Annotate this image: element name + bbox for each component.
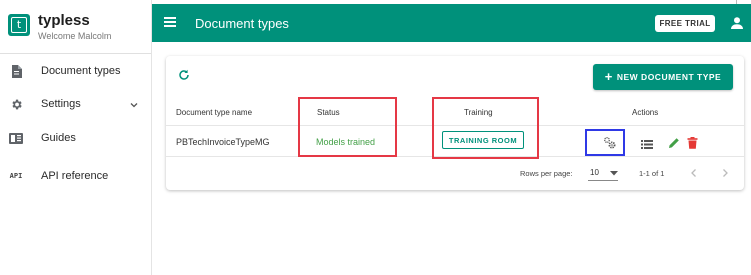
chevron-right-icon[interactable] bbox=[719, 166, 731, 178]
sidebar-item-label: Settings bbox=[41, 98, 81, 110]
highlight-settings bbox=[585, 129, 625, 156]
caret-down-icon bbox=[610, 171, 618, 176]
sidebar-item-document-types[interactable]: Document types bbox=[0, 57, 151, 85]
new-document-type-label: NEW DOCUMENT TYPE bbox=[616, 72, 722, 82]
column-header-actions: Actions bbox=[632, 108, 659, 117]
gear-icon bbox=[9, 97, 23, 111]
new-document-type-button[interactable]: + NEW DOCUMENT TYPE bbox=[593, 64, 733, 90]
brand-header: t typless Welcome Malcolm bbox=[0, 0, 151, 54]
page-title: Document types bbox=[195, 16, 289, 31]
delete-icon[interactable] bbox=[687, 136, 699, 149]
document-type-name: PBTechInvoiceTypeMG bbox=[176, 137, 270, 147]
rows-per-page-select[interactable]: 10 bbox=[588, 165, 618, 181]
column-header-name: Document type name bbox=[176, 108, 253, 117]
brand-name: typless bbox=[38, 12, 90, 29]
rows-per-page-value: 10 bbox=[590, 168, 599, 177]
plus-icon: + bbox=[604, 69, 613, 84]
account-icon[interactable] bbox=[730, 16, 744, 30]
sidebar-item-label: API reference bbox=[41, 170, 109, 182]
app-bar: Document types FREE TRIAL bbox=[152, 4, 751, 42]
pagination-range: 1-1 of 1 bbox=[639, 169, 665, 178]
logo-letter: t bbox=[11, 17, 27, 33]
document-icon bbox=[9, 64, 23, 78]
book-icon bbox=[9, 131, 23, 145]
typless-logo[interactable]: t bbox=[8, 14, 30, 36]
free-trial-button[interactable]: FREE TRIAL bbox=[655, 15, 715, 32]
highlight-training bbox=[432, 97, 539, 159]
edit-icon[interactable] bbox=[668, 136, 680, 148]
menu-icon[interactable] bbox=[164, 17, 176, 27]
sidebar-item-label: Document types bbox=[41, 65, 121, 77]
sidebar-item-settings[interactable]: Settings bbox=[0, 90, 151, 118]
chevron-down-icon[interactable] bbox=[128, 98, 140, 110]
sidebar-item-label: Guides bbox=[41, 132, 76, 144]
sidebar: t typless Welcome Malcolm Document types… bbox=[0, 0, 152, 275]
sidebar-item-api-reference[interactable]: API API reference bbox=[0, 162, 151, 190]
sidebar-item-guides[interactable]: Guides bbox=[0, 124, 151, 152]
welcome-text: Welcome Malcolm bbox=[38, 31, 112, 41]
api-icon: API bbox=[9, 172, 23, 180]
chevron-left-icon[interactable] bbox=[688, 166, 700, 178]
refresh-icon[interactable] bbox=[178, 68, 190, 80]
list-icon[interactable] bbox=[641, 137, 653, 149]
highlight-status bbox=[298, 97, 397, 157]
rows-per-page-label: Rows per page: bbox=[520, 169, 573, 178]
